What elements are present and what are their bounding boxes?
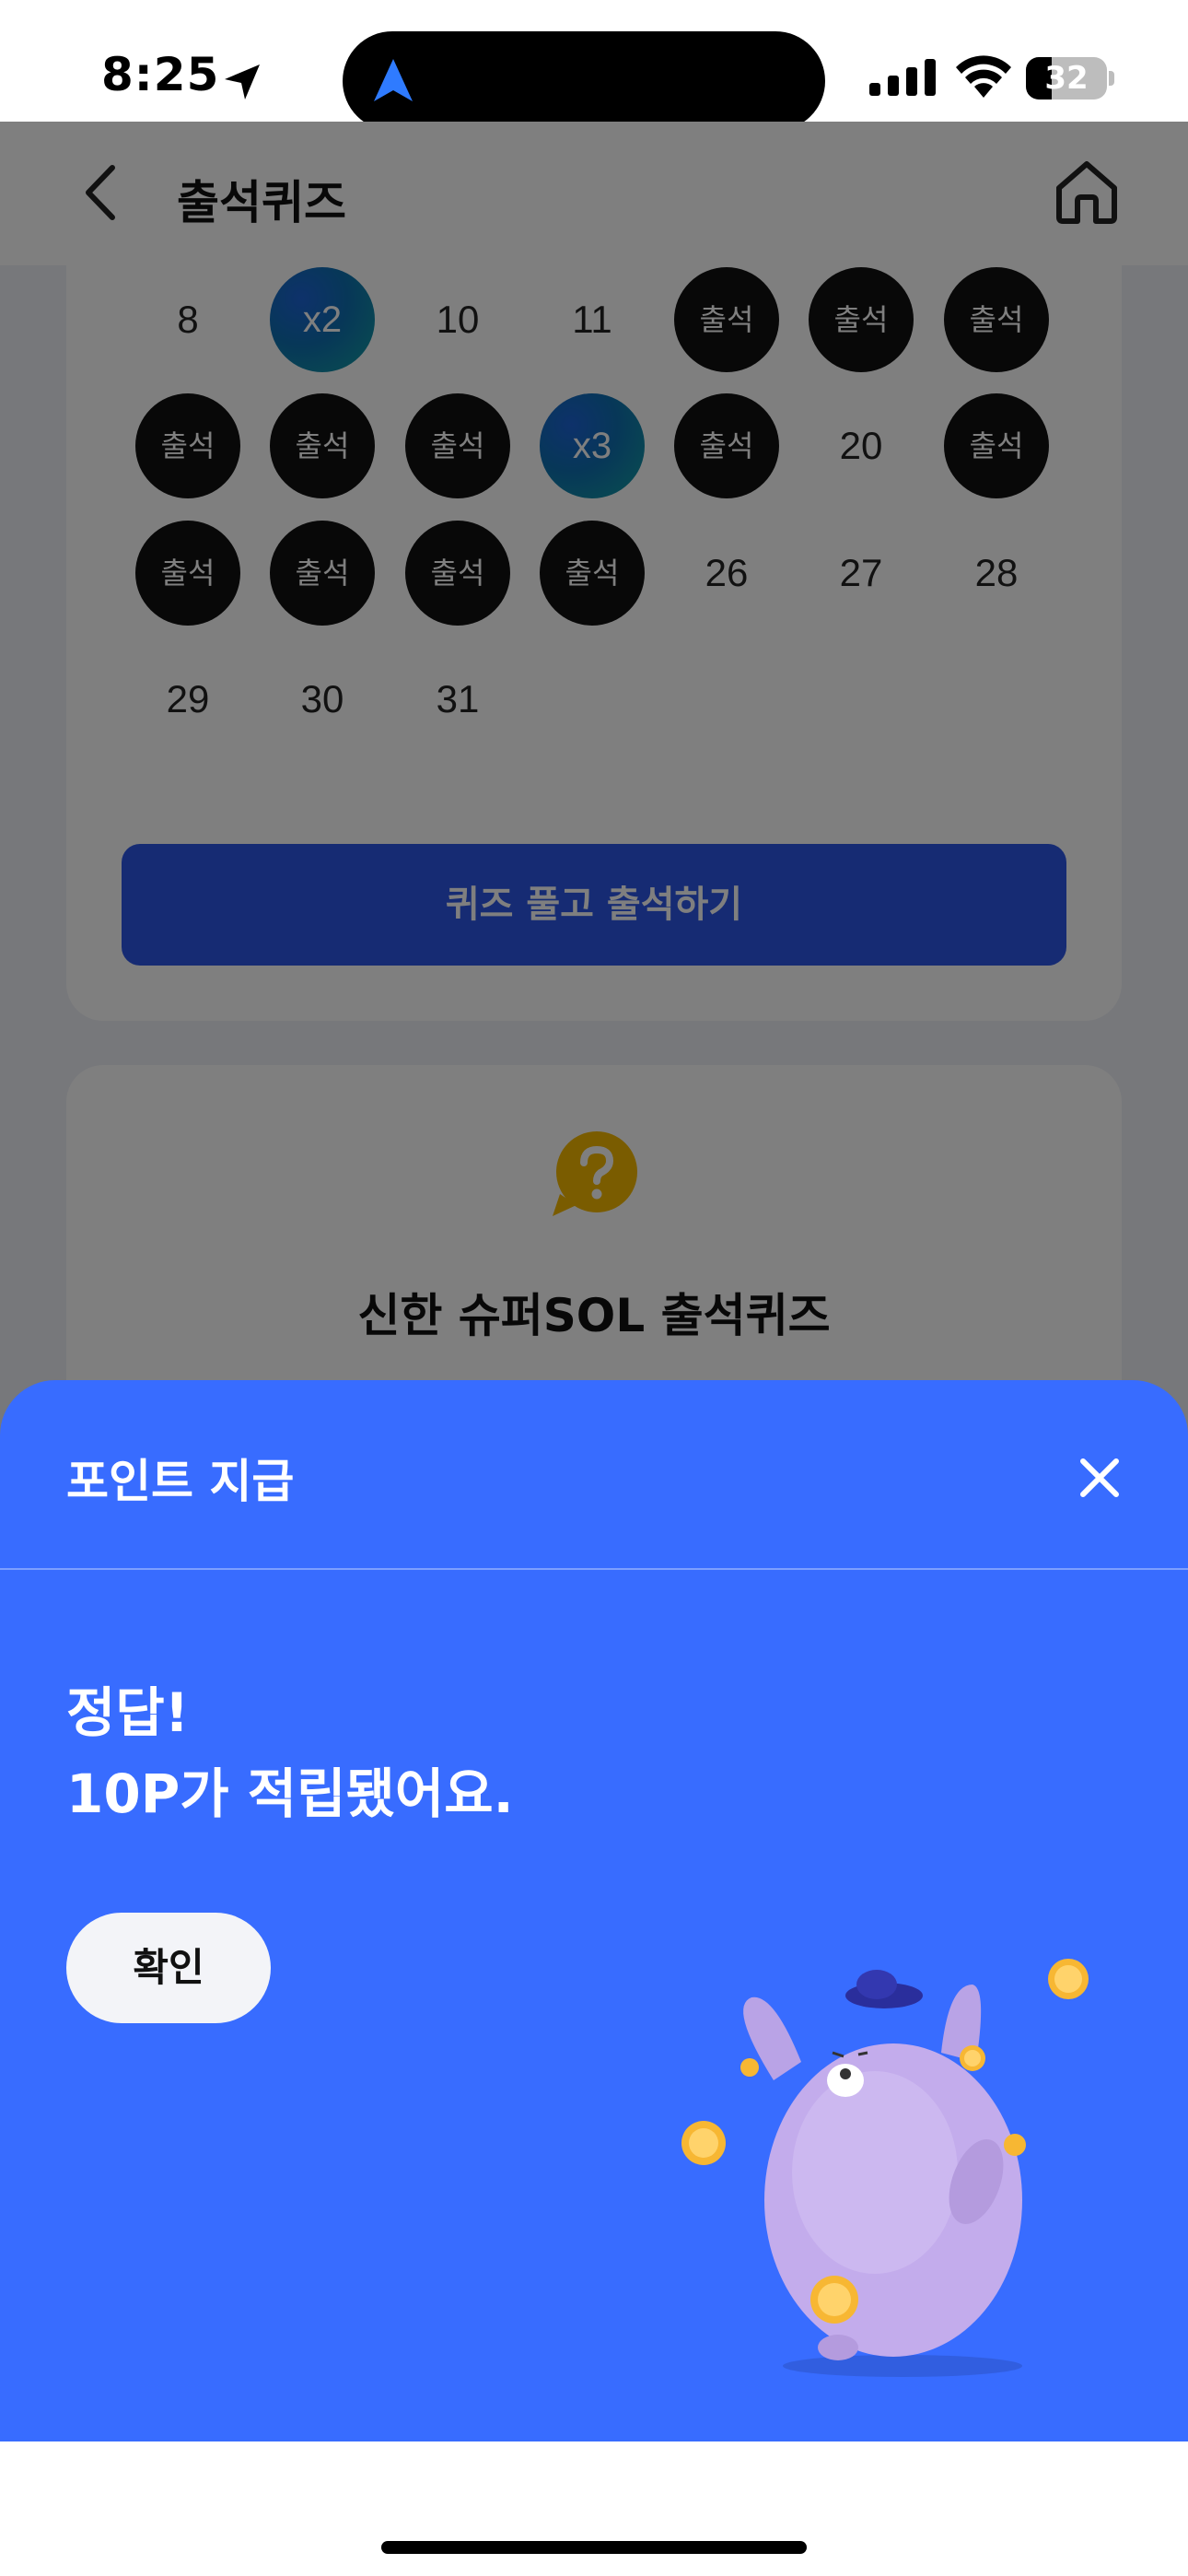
sheet-title: 포인트 지급	[66, 1455, 295, 1508]
point-reward-sheet: 포인트 지급 정답! 10P가 적립됐어요. 확인	[0, 1380, 1188, 2441]
navigation-arrow-icon	[374, 59, 413, 101]
dynamic-island	[343, 31, 825, 131]
status-bar: 8:25 32	[0, 0, 1188, 131]
wifi-icon	[956, 55, 1011, 98]
result-message-line1: 정답!	[66, 1681, 190, 1744]
confirm-button[interactable]: 확인	[66, 1913, 271, 2023]
status-time: 8:25	[101, 48, 220, 101]
result-message-line2: 10P가 적립됐어요.	[66, 1762, 514, 1825]
home-indicator[interactable]	[381, 2541, 807, 2554]
sheet-divider	[0, 1568, 1188, 1570]
battery-indicator: 32	[1026, 57, 1114, 100]
bottom-safe-area	[0, 2441, 1188, 2576]
battery-level: 32	[1044, 60, 1089, 97]
close-icon[interactable]	[1076, 1454, 1124, 1502]
location-arrow-icon	[225, 64, 260, 100]
cellular-signal-icon	[869, 59, 936, 96]
mascot-character-illustration	[681, 1959, 1089, 2377]
